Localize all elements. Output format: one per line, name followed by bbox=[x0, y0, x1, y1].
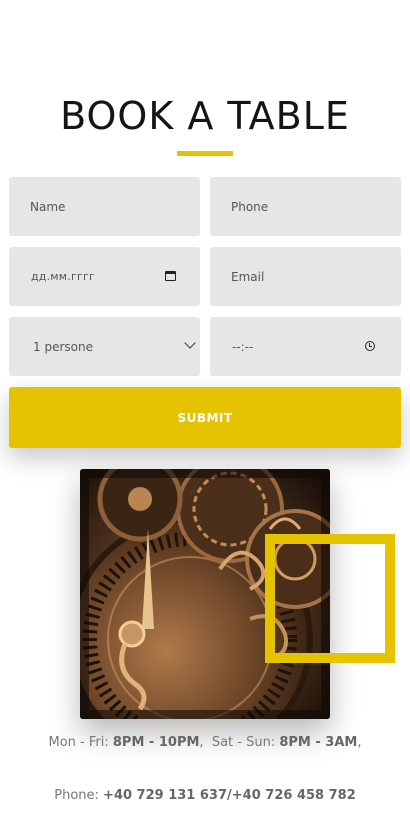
phone-placeholder: Phone bbox=[231, 199, 269, 214]
date-placeholder: дд.мм.гггг bbox=[31, 270, 95, 283]
accent-square-frame bbox=[265, 534, 395, 663]
persons-selected-value: 1 persone bbox=[33, 339, 93, 354]
page-title: BOOK A TABLE bbox=[60, 94, 350, 138]
opening-hours: Mon - Fri: 8PM - 10PM, Sat - Sun: 8PM - … bbox=[48, 735, 362, 750]
weekend-hours: 8PM - 3AM bbox=[279, 735, 358, 750]
weekend-label: Sat - Sun: bbox=[211, 735, 276, 750]
weekday-label: Mon - Fri: bbox=[48, 735, 109, 750]
email-placeholder: Email bbox=[231, 269, 265, 284]
calendar-icon[interactable] bbox=[165, 271, 176, 281]
email-field[interactable]: Email bbox=[210, 247, 401, 306]
name-placeholder: Name bbox=[30, 199, 66, 214]
name-field[interactable]: Name bbox=[9, 177, 200, 236]
chevron-down-icon bbox=[184, 337, 196, 349]
clock-icon[interactable] bbox=[365, 341, 375, 351]
book-a-table-page: BOOK A TABLE Name Phone дд.мм.гггг Email… bbox=[0, 0, 410, 819]
submit-button[interactable]: SUBMIT bbox=[9, 387, 401, 448]
weekday-hours: 8PM - 10PM bbox=[112, 735, 200, 750]
persons-select[interactable]: 1 persone bbox=[9, 317, 200, 376]
phone-label: Phone: bbox=[54, 788, 99, 803]
contact-phone: Phone: +40 729 131 637/+40 726 458 782 bbox=[0, 788, 410, 803]
title-underline bbox=[177, 151, 233, 156]
time-field[interactable]: --:-- bbox=[210, 317, 401, 376]
phone-numbers[interactable]: +40 729 131 637/+40 726 458 782 bbox=[103, 788, 356, 803]
phone-field[interactable]: Phone bbox=[210, 177, 401, 236]
time-placeholder: --:-- bbox=[232, 339, 254, 354]
date-field[interactable]: дд.мм.гггг bbox=[9, 247, 200, 306]
